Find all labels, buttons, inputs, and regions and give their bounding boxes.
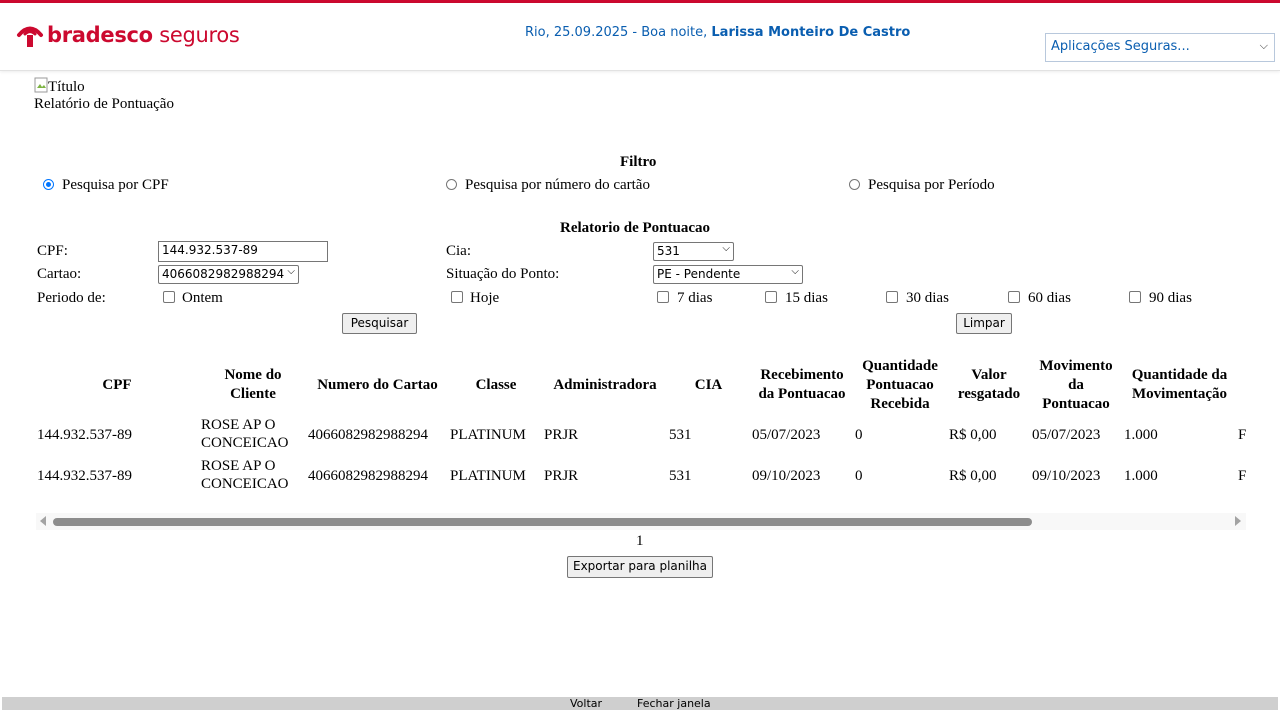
col-header-qtd-pontuacao: Quantidade Pontuacao Recebida (862, 358, 938, 412)
page-title: Relatório de Pontuação (34, 96, 174, 112)
radio-search-period[interactable] (849, 179, 860, 190)
col-header-movimento: Movimento da Pontuacao (1039, 358, 1113, 412)
radio-search-period-label: Pesquisa por Período (868, 177, 995, 193)
checkbox-15-dias-label: 15 dias (785, 290, 828, 306)
cartao-select-value: 4066082982988294 (162, 267, 285, 281)
cell-valor-resgatado: R$ 0,00 (949, 427, 997, 443)
cell-recebimento: 05/07/2023 (752, 427, 821, 443)
site-header: bradesco seguros Rio, 25.09.2025 - Boa n… (0, 3, 1280, 71)
cell-qtd-movimentacao: 1.000 (1124, 427, 1158, 443)
cpf-label: CPF: (37, 243, 68, 259)
checkbox-60-dias-label: 60 dias (1028, 290, 1071, 306)
radio-search-card-number[interactable] (446, 179, 457, 190)
scroll-left-arrow-icon[interactable] (40, 516, 46, 526)
col-header-numero-cartao: Numero do Cartao (317, 377, 438, 393)
greeting: Rio, 25.09.2025 - Boa noite, Larissa Mon… (525, 25, 910, 40)
cell-cia: 531 (669, 427, 692, 443)
cia-select-value: 531 (657, 244, 680, 258)
bradesco-logo[interactable]: bradesco seguros (16, 21, 240, 49)
col-header-administradora: Administradora (553, 377, 657, 393)
cell-movimento: 09/10/2023 (1032, 468, 1101, 484)
checkbox-60-dias[interactable] (1008, 291, 1020, 303)
user-name: Larissa Monteiro De Castro (711, 25, 911, 40)
cell-cpf: 144.932.537-89 (37, 468, 132, 484)
cell-nome-cliente: ROSE AP O CONCEICAO (201, 458, 289, 492)
col-header-qtd-movimentacao: Quantidade da Movimentação (1131, 367, 1228, 402)
cell-truncated: F (1238, 468, 1246, 484)
checkbox-90-dias[interactable] (1129, 291, 1141, 303)
scroll-right-arrow-icon[interactable] (1235, 516, 1241, 526)
clear-button[interactable]: Limpar (956, 313, 1012, 334)
cell-qtd-movimentacao: 1.000 (1124, 468, 1158, 484)
chevron-down-icon: ⌵ (1259, 39, 1268, 52)
cell-cpf: 144.932.537-89 (37, 427, 132, 443)
checkbox-30-dias[interactable] (886, 291, 898, 303)
cell-qtd-pontuacao: 0 (855, 427, 863, 443)
brand-wordmark: bradesco seguros (47, 23, 240, 47)
cell-valor-resgatado: R$ 0,00 (949, 468, 997, 484)
cell-numero-cartao: 4066082982988294 (308, 427, 428, 443)
chevron-down-icon: ⌵ (287, 266, 295, 277)
cpf-input[interactable]: 144.932.537-89 (158, 241, 328, 262)
search-button[interactable]: Pesquisar (342, 313, 417, 334)
cartao-select[interactable]: 4066082982988294 ⌵ (158, 265, 299, 284)
cell-movimento: 05/07/2023 (1032, 427, 1101, 443)
cell-qtd-pontuacao: 0 (855, 468, 863, 484)
cell-numero-cartao: 4066082982988294 (308, 468, 428, 484)
secure-apps-select[interactable]: Aplicações Seguras... ⌵ (1045, 33, 1275, 62)
radio-search-cpf-label: Pesquisa por CPF (62, 177, 169, 193)
cell-classe: PLATINUM (450, 427, 526, 443)
cell-nome-cliente: ROSE AP O CONCEICAO (201, 417, 289, 451)
situacao-select[interactable]: PE - Pendente ⌵ (653, 265, 803, 284)
filter-heading: Filtro (620, 154, 657, 170)
checkbox-15-dias[interactable] (765, 291, 777, 303)
broken-image-icon (34, 77, 48, 93)
cia-select[interactable]: 531 ⌵ (653, 242, 734, 261)
cell-administradora: PRJR (544, 427, 579, 443)
back-link[interactable]: Voltar (570, 697, 602, 710)
checkbox-hoje[interactable] (451, 291, 463, 303)
checkbox-30-dias-label: 30 dias (906, 290, 949, 306)
cell-administradora: PRJR (544, 468, 579, 484)
export-spreadsheet-button[interactable]: Exportar para planilha (567, 556, 713, 578)
situacao-label: Situação do Ponto: (446, 266, 560, 282)
footer-bar: Voltar Fechar janela (2, 697, 1278, 710)
cia-label: Cia: (446, 243, 471, 259)
scrollbar-thumb[interactable] (53, 518, 1032, 526)
cell-truncated: F (1238, 427, 1246, 443)
checkbox-7-dias[interactable] (657, 291, 669, 303)
pagination-page-number[interactable]: 1 (636, 533, 644, 550)
col-header-classe: Classe (475, 377, 517, 393)
date-greeting: Rio, 25.09.2025 - Boa noite, (525, 25, 712, 40)
chevron-down-icon: ⌵ (791, 266, 799, 277)
checkbox-7-dias-label: 7 dias (677, 290, 713, 306)
cell-recebimento: 09/10/2023 (752, 468, 821, 484)
chevron-down-icon: ⌵ (722, 243, 730, 254)
radio-search-card-number-label: Pesquisa por número do cartão (465, 177, 650, 193)
report-heading: Relatorio de Pontuacao (560, 220, 710, 236)
col-header-nome-cliente: Nome do Cliente (224, 367, 282, 402)
close-window-link[interactable]: Fechar janela (637, 697, 711, 710)
checkbox-ontem[interactable] (163, 291, 175, 303)
col-header-cia: CIA (694, 377, 723, 393)
cartao-label: Cartao: (37, 266, 82, 282)
broken-title-image: Título (34, 77, 85, 96)
col-header-recebimento: Recebimento da Pontuacao (758, 367, 846, 402)
situacao-select-value: PE - Pendente (657, 267, 741, 281)
bradesco-tree-icon (17, 26, 43, 47)
secure-apps-value: Aplicações Seguras... (1051, 39, 1190, 54)
col-header-valor-resgatado: Valor resgatado (957, 367, 1021, 402)
cell-cia: 531 (669, 468, 692, 484)
col-header-cpf: CPF (102, 377, 132, 393)
radio-search-cpf[interactable] (43, 179, 54, 190)
checkbox-hoje-label: Hoje (470, 290, 500, 306)
cell-classe: PLATINUM (450, 468, 526, 484)
checkbox-90-dias-label: 90 dias (1149, 290, 1192, 306)
periodo-label: Periodo de: (37, 290, 106, 306)
broken-image-alt-text: Título (48, 79, 85, 95)
checkbox-ontem-label: Ontem (182, 290, 223, 306)
